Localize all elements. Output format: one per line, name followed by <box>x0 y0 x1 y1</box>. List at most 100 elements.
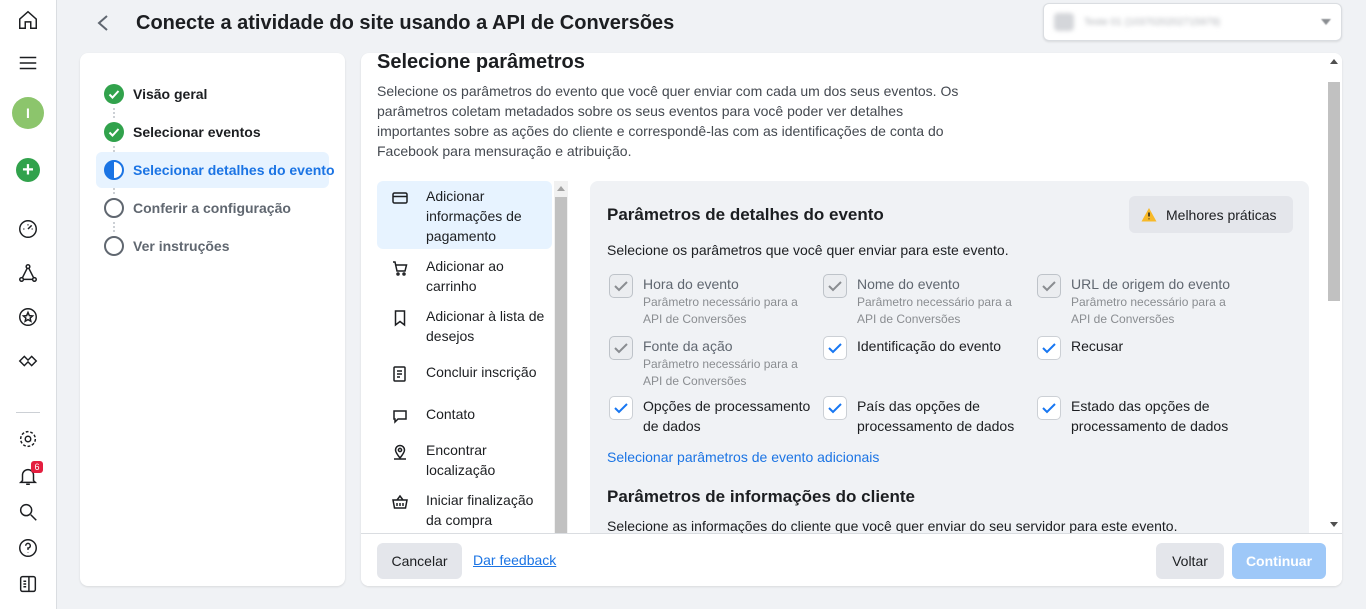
event-label: Adicionar informações de pagamento <box>426 188 522 244</box>
location-icon <box>391 443 409 461</box>
best-practices-label: Melhores práticas <box>1166 206 1277 223</box>
event-item-complete-registration[interactable]: Concluir inscrição <box>377 357 552 393</box>
scroll-down-arrow[interactable] <box>1330 522 1338 527</box>
step-label: Ver instruções <box>133 238 230 254</box>
chevron-left-icon <box>97 15 108 31</box>
step-label: Visão geral <box>133 86 208 102</box>
checkbox[interactable] <box>823 336 847 360</box>
star-icon[interactable] <box>14 303 42 331</box>
param-opt-out[interactable]: Recusar <box>1037 336 1257 360</box>
help-icon[interactable] <box>14 534 42 562</box>
event-label: Contato <box>426 406 476 422</box>
account-selector[interactable]: Teste 01 (1037020202715979) <box>1043 3 1342 41</box>
checkbox <box>609 274 633 298</box>
handshake-icon[interactable] <box>14 347 42 375</box>
checkbox <box>1037 274 1061 298</box>
param-required-note: Parâmetro necessário para a API de Conve… <box>1071 295 1226 326</box>
param-label: Recusar <box>1071 338 1124 354</box>
step-view-instructions[interactable]: Ver instruções <box>96 228 329 264</box>
param-action-source: Fonte da ação Parâmetro necessário para … <box>609 336 829 390</box>
param-required-note: Parâmetro necessário para a API de Conve… <box>643 357 798 388</box>
checkmark-icon <box>614 281 628 292</box>
best-practices-button[interactable]: Melhores práticas <box>1129 196 1293 233</box>
main-card: Selecione parâmetros Selecione os parâme… <box>361 53 1342 586</box>
customer-params-title: Parâmetros de informações do cliente <box>607 487 915 506</box>
param-data-processing-options[interactable]: Opções de processamento de dados <box>609 396 829 436</box>
param-data-processing-state[interactable]: Estado das opções de processamento de da… <box>1037 396 1257 436</box>
select-additional-params-link[interactable]: Selecionar parâmetros de evento adiciona… <box>607 449 879 465</box>
event-label: Concluir inscrição <box>426 364 537 380</box>
continue-button[interactable]: Continuar <box>1232 543 1326 579</box>
cancel-button[interactable]: Cancelar <box>377 543 462 579</box>
home-icon[interactable] <box>14 6 42 34</box>
page-title: Conecte a atividade do site usando a API… <box>136 12 675 34</box>
settings-gear-icon[interactable] <box>14 425 42 453</box>
section-heading: Selecione parâmetros <box>377 53 585 73</box>
scroll-up-arrow[interactable] <box>1330 59 1338 64</box>
page-header: Conecte a atividade do site usando a API… <box>57 0 1366 46</box>
account-name: Teste 01 (1037020202715979) <box>1084 16 1221 28</box>
empty-circle-icon <box>104 198 124 218</box>
bookmark-icon <box>391 309 409 327</box>
param-event-time: Hora do evento Parâmetro necessário para… <box>609 274 829 328</box>
param-event-id[interactable]: Identificação do evento <box>823 336 1043 360</box>
param-event-name: Nome do evento Parâmetro necessário para… <box>823 274 1043 328</box>
event-item-add-payment-info[interactable]: Adicionar informações de pagamento <box>377 181 552 249</box>
param-event-source-url: URL de origem do evento Parâmetro necess… <box>1037 274 1257 328</box>
step-select-events[interactable]: Selecionar eventos <box>96 114 329 150</box>
param-required-note: Parâmetro necessário para a API de Conve… <box>643 295 798 326</box>
account-avatar <box>1054 13 1074 31</box>
checkbox[interactable] <box>609 396 633 420</box>
check-circle-icon <box>104 84 124 104</box>
step-label: Selecionar eventos <box>133 124 261 140</box>
sidebar-toggle-icon[interactable] <box>14 570 42 598</box>
back-footer-button[interactable]: Voltar <box>1156 543 1224 579</box>
step-label: Selecionar detalhes do evento <box>133 162 335 178</box>
event-label: Adicionar ao carrinho <box>426 258 504 294</box>
menu-icon[interactable] <box>14 49 42 77</box>
event-item-find-location[interactable]: Encontrar localização <box>377 435 552 483</box>
checkbox[interactable] <box>823 396 847 420</box>
event-item-contact[interactable]: Contato <box>377 399 552 435</box>
checkmark-icon <box>1042 343 1056 354</box>
network-icon[interactable] <box>14 259 42 287</box>
feedback-link[interactable]: Dar feedback <box>473 552 556 568</box>
credit-card-icon <box>391 189 409 207</box>
event-label: Encontrar localização <box>426 442 496 478</box>
create-plus-icon[interactable]: + <box>16 158 40 182</box>
scroll-up-arrow[interactable] <box>557 186 565 191</box>
avatar[interactable]: I <box>12 97 44 129</box>
param-label: Identificação do evento <box>857 338 1001 354</box>
search-icon[interactable] <box>14 498 42 526</box>
step-review-setup[interactable]: Conferir a configuração <box>96 190 329 226</box>
checkmark-icon <box>614 403 628 414</box>
event-item-add-to-wishlist[interactable]: Adicionar à lista de desejos <box>377 301 552 349</box>
dashboard-gauge-icon[interactable] <box>14 215 42 243</box>
checkmark-icon <box>614 343 628 354</box>
checkbox[interactable] <box>1037 336 1061 360</box>
step-event-details[interactable]: Selecionar detalhes do evento <box>96 152 335 188</box>
checkbox <box>609 336 633 360</box>
checkbox <box>823 274 847 298</box>
param-data-processing-country[interactable]: País das opções de processamento de dado… <box>823 396 1043 436</box>
scrollbar-thumb[interactable] <box>555 197 567 533</box>
check-circle-icon <box>104 122 124 142</box>
params-description: Selecione os parâmetros que você quer en… <box>607 242 1009 258</box>
main-scrollbar[interactable] <box>1326 53 1342 533</box>
params-title: Parâmetros de detalhes do evento <box>607 205 884 224</box>
event-list-scrollbar[interactable] <box>554 181 568 533</box>
chat-icon <box>391 407 409 425</box>
step-overview[interactable]: Visão geral <box>96 76 329 112</box>
event-list: Adicionar informações de pagamento Adici… <box>377 181 552 533</box>
form-icon <box>391 365 409 383</box>
event-label: Adicionar à lista de desejos <box>426 308 545 344</box>
param-label: Estado das opções de processamento de da… <box>1071 398 1229 434</box>
scrollbar-thumb[interactable] <box>1328 82 1340 301</box>
back-button[interactable] <box>91 10 115 36</box>
event-item-initiate-checkout[interactable]: Iniciar finalização da compra <box>377 485 552 533</box>
event-item-add-to-cart[interactable]: Adicionar ao carrinho <box>377 251 552 299</box>
param-label: Nome do evento <box>857 276 960 292</box>
empty-circle-icon <box>104 236 124 256</box>
event-details-params-panel: Parâmetros de detalhes do evento Melhore… <box>590 181 1309 541</box>
checkbox[interactable] <box>1037 396 1061 420</box>
